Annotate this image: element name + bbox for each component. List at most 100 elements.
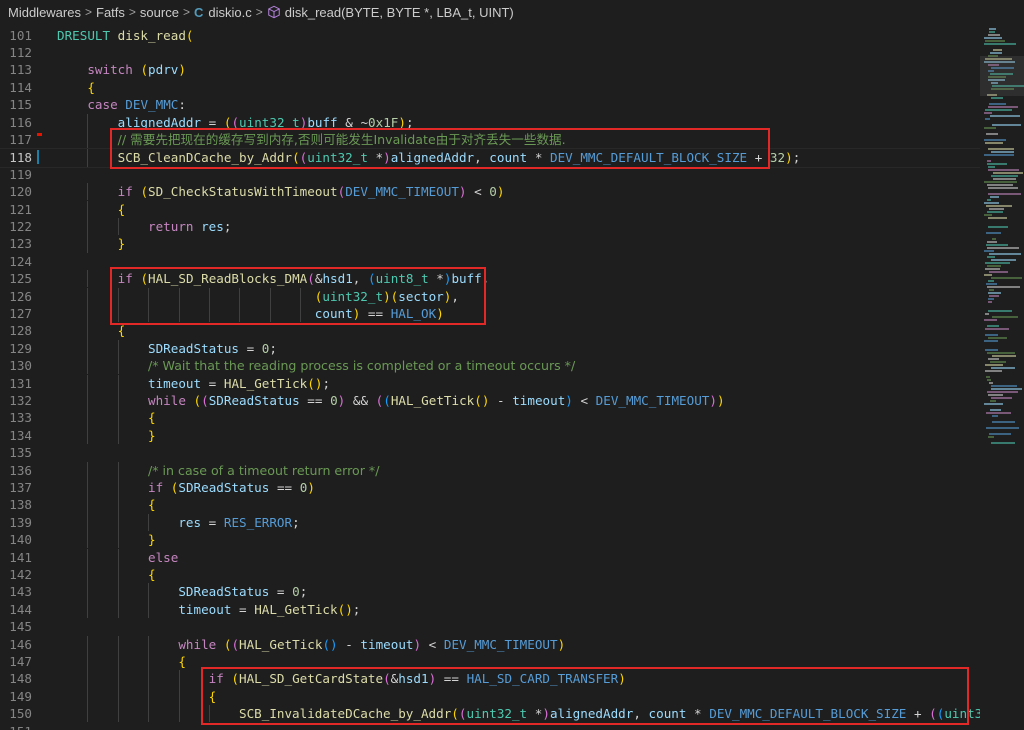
breadcrumb-item-function[interactable]: disk_read(BYTE, BYTE *, LBA_t, UINT) <box>285 5 514 20</box>
code-text: { <box>117 323 126 339</box>
minimap-line <box>991 175 1018 177</box>
minimap-line <box>985 328 1009 330</box>
code-line[interactable]: 136 /* in case of a timeout return error… <box>0 461 980 479</box>
code-line[interactable]: 135 <box>0 444 980 461</box>
minimap[interactable] <box>980 24 1024 730</box>
code-editor[interactable]: 101 DRESULT disk_read(112 113 switch (pdrv… <box>0 24 980 730</box>
line-number: 115 <box>9 97 32 113</box>
minimap-viewport[interactable] <box>980 56 1024 96</box>
code-text: res = RES_ERROR; <box>178 514 300 530</box>
code-line[interactable]: 151 <box>0 723 980 730</box>
code-line[interactable]: 138 { <box>0 496 980 514</box>
line-number: 151 <box>0 723 32 730</box>
code-line[interactable]: 132 while ((SDReadStatus == 0) && ((HAL_… <box>0 391 980 410</box>
modified-line-marker <box>37 150 39 165</box>
code-line[interactable]: 150 SCB_InvalidateDCache_by_Addr((uint32… <box>0 705 980 723</box>
code-line[interactable]: 137 if (SDReadStatus == 0) <box>0 478 980 497</box>
minimap-line <box>988 106 1018 108</box>
minimap-line <box>988 187 1018 189</box>
code-text: SCB_CleanDCache_by_Addr((uint32_t *)alig… <box>117 150 801 166</box>
code-line[interactable]: 125 if (HAL_SD_ReadBlocks_DMA(&hsd1, (ui… <box>0 270 980 288</box>
code-text: case DEV_MMC: <box>87 97 186 113</box>
breadcrumb-item-file[interactable]: diskio.c <box>208 5 251 20</box>
code-line[interactable]: 127 count) == HAL_OK) <box>0 304 980 323</box>
code-line[interactable]: 115 case DEV_MMC: <box>0 96 980 113</box>
line-number: 147 <box>9 653 32 669</box>
code-line[interactable]: 147 { <box>0 652 980 671</box>
line-number: 143 <box>9 584 32 600</box>
code-line[interactable]: 130 /* Wait that the reading process is … <box>0 357 980 375</box>
minimap-line <box>984 274 992 276</box>
code-line[interactable]: 148 if (HAL_SD_GetCardState(&hsd1) == HA… <box>0 670 980 688</box>
minimap-line <box>988 226 1008 228</box>
minimap-line <box>989 382 993 384</box>
code-line[interactable]: 120 if (SD_CheckStatusWithTimeout(DEV_MM… <box>0 183 980 201</box>
code-line[interactable]: 146 while ((HAL_GetTick() - timeout) < D… <box>0 635 980 653</box>
code-line[interactable]: 126 (uint32_t)(sector), <box>0 287 980 305</box>
line-number: 145 <box>9 619 32 635</box>
code-line[interactable]: 122 return res; <box>0 217 980 236</box>
minimap-line <box>987 160 991 162</box>
code-line[interactable]: 139 res = RES_ERROR; <box>0 513 980 532</box>
minimap-line <box>991 388 1022 390</box>
minimap-line <box>991 442 1015 444</box>
code-line[interactable]: 140 } <box>0 531 980 549</box>
code-line[interactable]: 112 <box>0 44 980 61</box>
code-line[interactable]: 116 alignedAddr = ((uint32_t)buff & ~0x1… <box>0 113 980 131</box>
minimap-line <box>988 436 994 438</box>
code-line[interactable]: 128 { <box>0 322 980 340</box>
code-line[interactable]: 143 SDReadStatus = 0; <box>0 583 980 601</box>
code-line[interactable]: 123 } <box>0 235 980 253</box>
code-line[interactable]: 145 <box>0 618 980 635</box>
code-line[interactable]: 124 <box>0 253 980 270</box>
code-line[interactable]: 114 { <box>0 79 980 96</box>
code-line[interactable]: 129 SDReadStatus = 0; <box>0 339 980 358</box>
minimap-line <box>988 337 1007 339</box>
minimap-line <box>992 124 1021 126</box>
minimap-line <box>984 127 996 129</box>
minimap-line <box>990 196 999 198</box>
line-number: 135 <box>9 445 32 461</box>
breadcrumb-item-source[interactable]: source <box>140 5 179 20</box>
code-text: } <box>148 532 156 548</box>
code-line[interactable]: 142 { <box>0 565 980 584</box>
breadcrumb-item-fatfs[interactable]: Fatfs <box>96 5 125 20</box>
minimap-line <box>989 253 1021 255</box>
minimap-line <box>984 43 1016 45</box>
code-line[interactable]: 144 timeout = HAL_GetTick(); <box>0 600 980 619</box>
line-number: 112 <box>9 44 32 60</box>
code-line[interactable]: 121 { <box>0 200 980 218</box>
code-line[interactable]: 133 { <box>0 409 980 427</box>
minimap-line <box>987 241 997 243</box>
minimap-line <box>985 40 1005 42</box>
code-line[interactable]: 131 timeout = HAL_GetTick(); <box>0 374 980 392</box>
code-text: } <box>148 427 156 443</box>
breadcrumb-separator: > <box>182 5 190 19</box>
minimap-line <box>988 358 999 360</box>
minimap-line <box>993 172 1023 174</box>
minimap-line <box>987 391 1018 393</box>
line-number: 139 <box>9 514 32 530</box>
code-line[interactable]: 119 <box>0 166 980 183</box>
breadcrumb-item-middlewares[interactable]: Middlewares <box>8 5 81 20</box>
code-line[interactable]: 141 else <box>0 548 980 566</box>
code-text: timeout = HAL_GetTick(); <box>148 375 331 391</box>
line-number: 124 <box>9 253 32 269</box>
minimap-line <box>984 139 1006 141</box>
code-text: switch (pdrv) <box>87 62 186 78</box>
code-line[interactable]: 101 DRESULT disk_read( <box>0 27 980 44</box>
code-line[interactable]: 113 switch (pdrv) <box>0 61 980 78</box>
line-number: 137 <box>9 479 32 495</box>
code-text: /* in case of a timeout return error */ <box>148 462 380 478</box>
minimap-line <box>986 244 1008 246</box>
line-number: 127 <box>9 305 32 321</box>
code-line[interactable]: 149 { <box>0 687 980 706</box>
code-line[interactable]: 117 // 需要先把现在的缓存写到内存,否则可能发生Invalidate由于对… <box>0 130 980 149</box>
minimap-line <box>984 340 998 342</box>
code-text: SDReadStatus = 0; <box>148 340 277 356</box>
minimap-line <box>991 151 1014 153</box>
minimap-line <box>988 34 1000 36</box>
minimap-line <box>986 133 998 135</box>
code-text: if (SD_CheckStatusWithTimeout(DEV_MMC_TI… <box>117 184 505 200</box>
code-line[interactable]: 134 } <box>0 426 980 445</box>
